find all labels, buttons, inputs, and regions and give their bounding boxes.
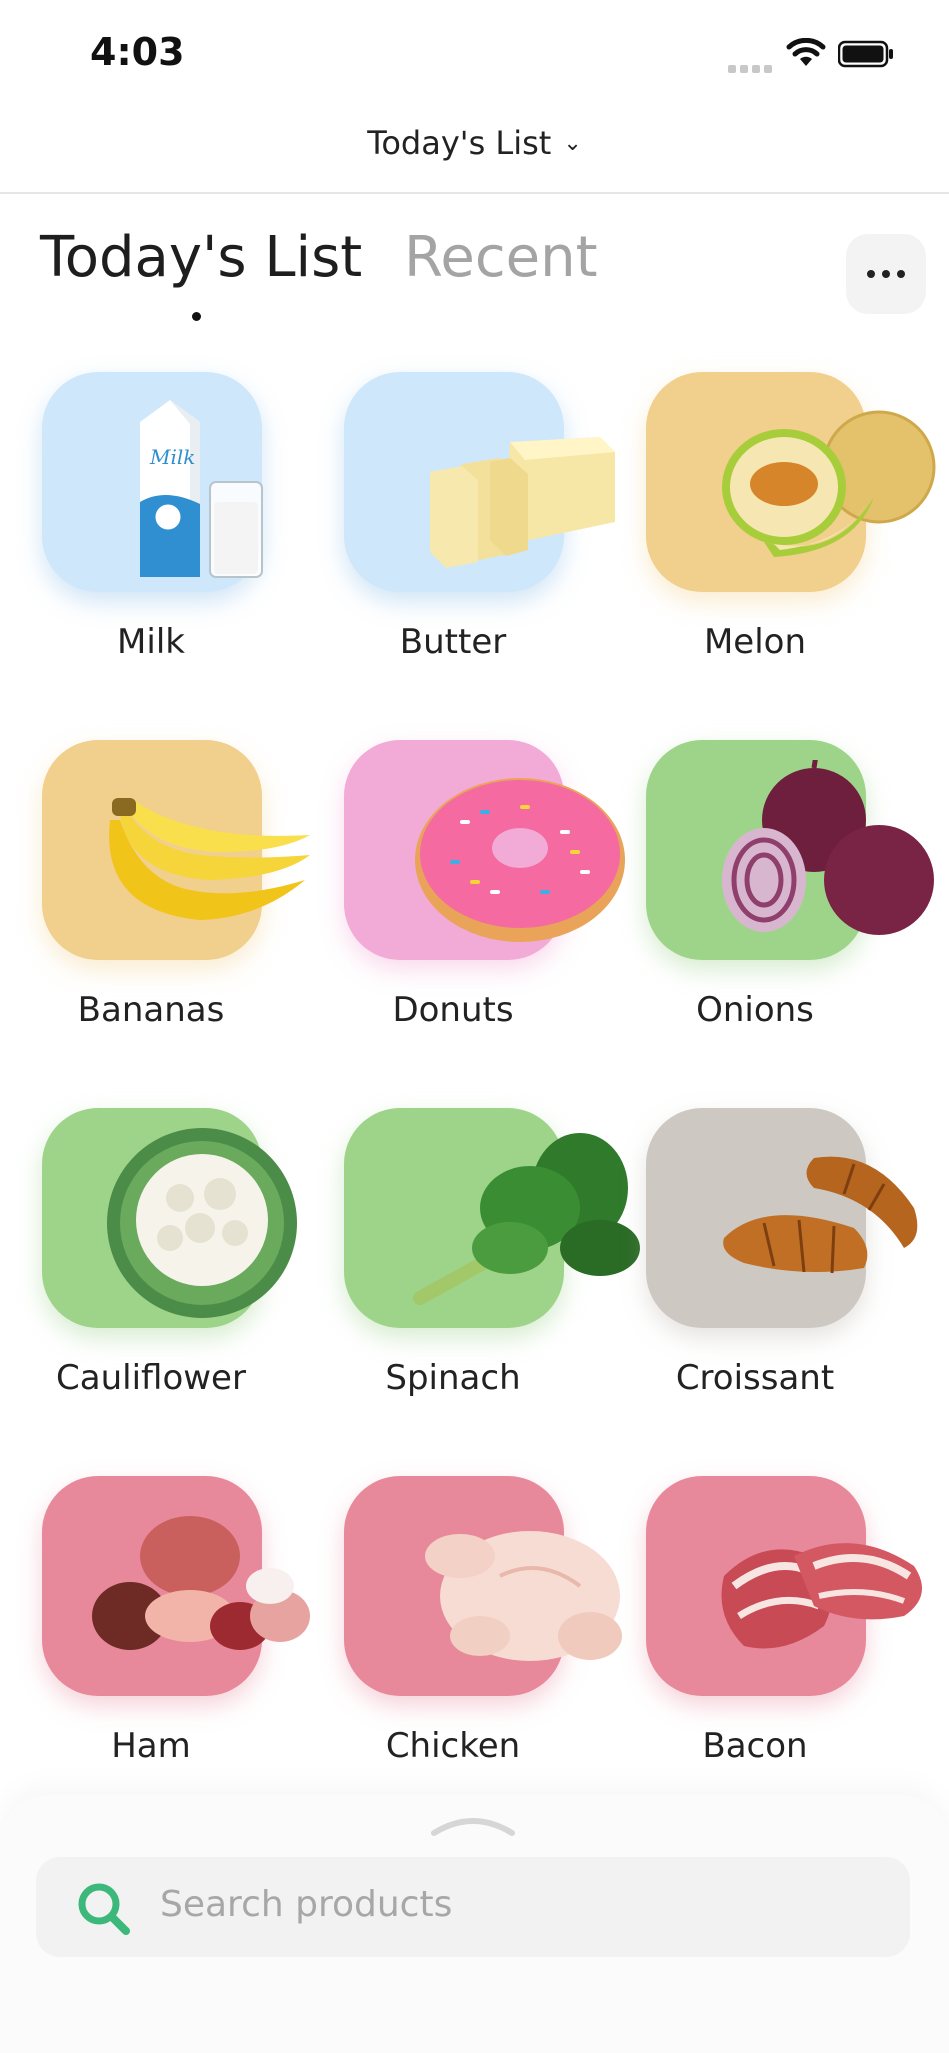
product-label: Chicken	[385, 1726, 521, 1766]
product-item-croissant[interactable]: Croissant	[604, 1108, 918, 1428]
product-label: Croissant	[675, 1358, 835, 1398]
ham-icon	[92, 1516, 310, 1650]
red-onion-icon	[722, 760, 934, 935]
product-label: Milk	[117, 622, 185, 662]
navigation-bar: Today's List ⌄	[0, 110, 949, 194]
search-input[interactable]: Search products	[36, 1857, 910, 1957]
product-item-onions[interactable]: Onions	[604, 740, 934, 1060]
more-dot-icon	[897, 270, 905, 278]
cellular-signal-icon	[728, 58, 776, 77]
product-label: Bananas	[77, 990, 225, 1030]
product-label: Ham	[111, 1726, 191, 1766]
product-item-butter[interactable]: Butter	[302, 372, 615, 692]
status-bar: 4:03	[0, 0, 949, 110]
nav-title: Today's List	[367, 124, 552, 162]
product-item-bananas[interactable]: Bananas	[0, 740, 310, 1060]
product-label: Melon	[703, 622, 807, 662]
product-label: Bacon	[702, 1726, 808, 1766]
search-icon	[78, 1883, 130, 1935]
product-label: Onions	[696, 990, 814, 1030]
product-label: Butter	[399, 622, 507, 662]
search-placeholder: Search products	[160, 1884, 453, 1925]
wifi-icon	[786, 38, 826, 66]
product-item-spinach[interactable]: Spinach	[302, 1108, 640, 1428]
tab-recent[interactable]: Recent	[404, 225, 598, 290]
more-dot-icon	[867, 270, 875, 278]
product-label: Spinach	[385, 1358, 521, 1398]
product-item-cauliflower[interactable]: Cauliflower	[0, 1108, 300, 1428]
melon-icon	[722, 410, 936, 557]
battery-icon	[838, 40, 893, 68]
product-item-melon[interactable]: Melon	[604, 372, 936, 692]
active-tab-indicator	[192, 312, 201, 321]
product-item-donuts[interactable]: Donuts	[302, 740, 625, 1060]
croissant-icon	[723, 1156, 918, 1274]
bacon-icon	[721, 1543, 922, 1649]
product-item-milk[interactable]: Milk Milk	[0, 372, 300, 692]
product-item-ham[interactable]: Ham	[0, 1476, 310, 1796]
tab-todays-list[interactable]: Today's List	[40, 225, 362, 290]
product-label: Cauliflower	[56, 1358, 246, 1398]
chevron-up-icon[interactable]	[430, 1809, 516, 1839]
product-item-chicken[interactable]: Chicken	[302, 1476, 622, 1796]
more-dot-icon	[882, 270, 890, 278]
bottom-sheet: Search products	[0, 1795, 949, 2053]
banana-bunch-icon	[109, 798, 310, 920]
cauliflower-icon	[107, 1128, 297, 1318]
list-switcher[interactable]: Today's List ⌄	[0, 124, 949, 162]
svg-text:Milk: Milk	[149, 445, 195, 469]
product-label: Donuts	[392, 990, 514, 1030]
product-item-bacon[interactable]: Bacon	[604, 1476, 922, 1796]
more-options-button[interactable]	[846, 234, 926, 314]
chevron-down-icon: ⌄	[563, 131, 582, 156]
status-time: 4:03	[90, 30, 185, 74]
